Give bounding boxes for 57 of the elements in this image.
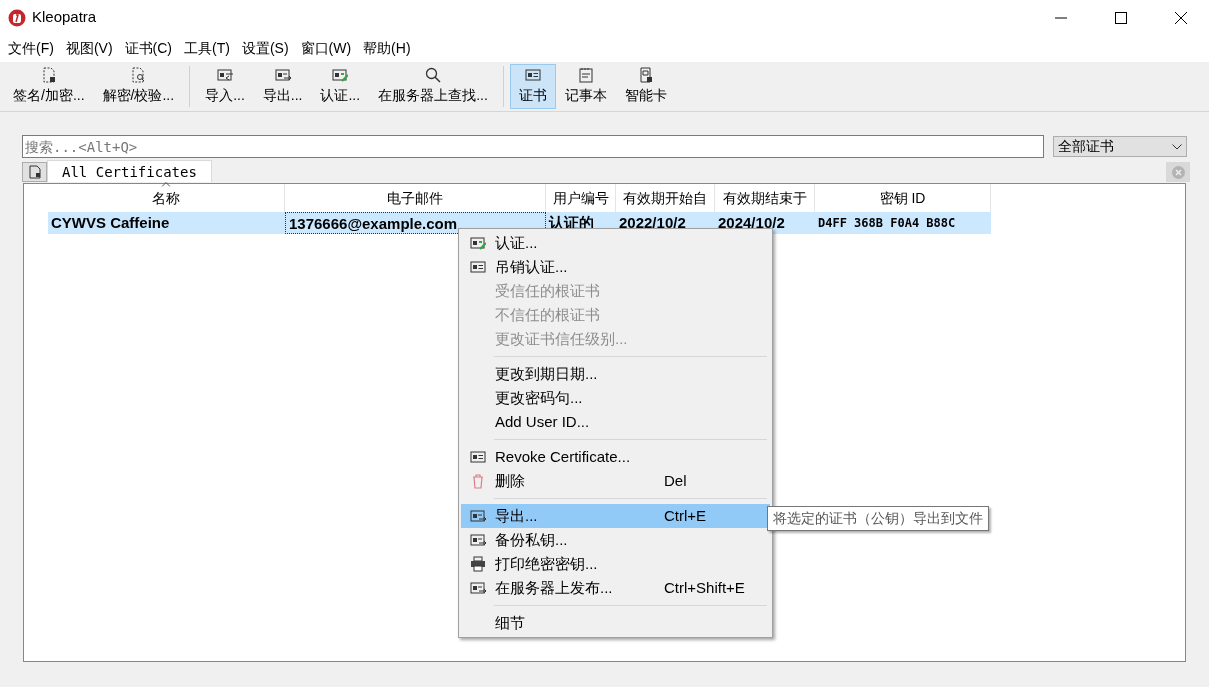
table-cell-text: D4FF 368B F0A4 B88C bbox=[817, 215, 957, 232]
smartcard-icon bbox=[637, 67, 654, 83]
id-card-icon bbox=[470, 259, 486, 275]
toolbar-button[interactable]: 记事本 bbox=[555, 64, 616, 109]
card-pen-icon bbox=[332, 67, 349, 83]
search-field[interactable]: 搜索...<Alt+Q> bbox=[22, 135, 1044, 158]
menu-item[interactable]: 细节 bbox=[461, 611, 770, 635]
search-icon bbox=[424, 67, 441, 83]
menu-item[interactable]: 备份私钥... bbox=[461, 528, 770, 552]
close-icon bbox=[1171, 165, 1185, 179]
menu-item[interactable]: 删除 Del bbox=[461, 469, 770, 493]
card-pen-icon bbox=[470, 235, 486, 251]
menu-item[interactable]: 窗口(W) bbox=[294, 38, 358, 59]
close-icon[interactable] bbox=[1175, 11, 1187, 24]
table-cell-text: 2024/10/2 bbox=[717, 213, 786, 233]
file-magnifier-icon bbox=[130, 67, 147, 83]
id-card-icon bbox=[470, 449, 486, 465]
sort-caret-icon bbox=[161, 182, 171, 187]
tab[interactable]: All Certificates bbox=[47, 160, 212, 182]
window-title: Kleopatra bbox=[32, 7, 97, 28]
menu-item[interactable]: 更改密码句... bbox=[461, 386, 770, 410]
chevron-down-icon bbox=[1172, 143, 1182, 150]
toolbar-button[interactable]: 签名/加密... bbox=[4, 64, 94, 109]
table-cell-text: 2022/10/2 bbox=[618, 213, 687, 233]
menu-item[interactable]: 在服务器上发布... Ctrl+Shift+E bbox=[461, 576, 770, 600]
page-icon bbox=[27, 165, 42, 179]
certificate-filter-dropdown[interactable]: 全部证书 bbox=[1053, 136, 1187, 157]
toolbar-button[interactable]: 在服务器上查找... bbox=[369, 64, 497, 109]
menu-item[interactable]: 证书(C) bbox=[118, 38, 178, 59]
app-logo-icon bbox=[8, 8, 26, 27]
menu-item[interactable]: 帮助(H) bbox=[357, 38, 417, 59]
toolbar-button[interactable]: 导入... bbox=[196, 64, 254, 109]
toolbar-button[interactable]: 智能卡 bbox=[615, 64, 676, 109]
tooltip: 将选定的证书（公钥）导出到文件 bbox=[767, 506, 989, 531]
table-cell-text: CYWVS Caffeine bbox=[50, 213, 171, 233]
menu-item[interactable]: 工具(T) bbox=[178, 38, 236, 59]
menu-item[interactable]: 认证... bbox=[461, 231, 770, 255]
notepad-icon bbox=[577, 67, 594, 83]
menu-item[interactable]: 导出... Ctrl+E bbox=[461, 504, 770, 528]
toolbar-button[interactable]: 证书 bbox=[509, 64, 556, 109]
toolbar-button[interactable]: 导出... bbox=[253, 64, 312, 109]
maximize-icon[interactable] bbox=[1115, 11, 1127, 24]
trash-icon bbox=[470, 473, 486, 489]
printer-icon bbox=[470, 556, 486, 572]
toolbar-button[interactable]: 解密/校验... bbox=[93, 64, 184, 109]
menu-item[interactable]: 视图(V) bbox=[59, 38, 119, 59]
menu-item[interactable]: 吊销认证... bbox=[461, 255, 770, 279]
menu-item[interactable]: Add User ID... bbox=[461, 410, 770, 434]
menu-item[interactable]: 设置(S) bbox=[235, 38, 295, 59]
menu-item[interactable]: 打印绝密密钥... bbox=[461, 552, 770, 576]
menu-item[interactable]: Revoke Certificate... bbox=[461, 445, 770, 469]
id-card-icon bbox=[524, 67, 541, 83]
menu-item[interactable]: 文件(F) bbox=[2, 38, 60, 59]
menu-item[interactable]: 更改到期日期... bbox=[461, 362, 770, 386]
file-lock-icon bbox=[40, 67, 57, 83]
new-tab-button[interactable] bbox=[22, 162, 47, 182]
toolbar-button[interactable]: 认证... bbox=[311, 64, 370, 109]
